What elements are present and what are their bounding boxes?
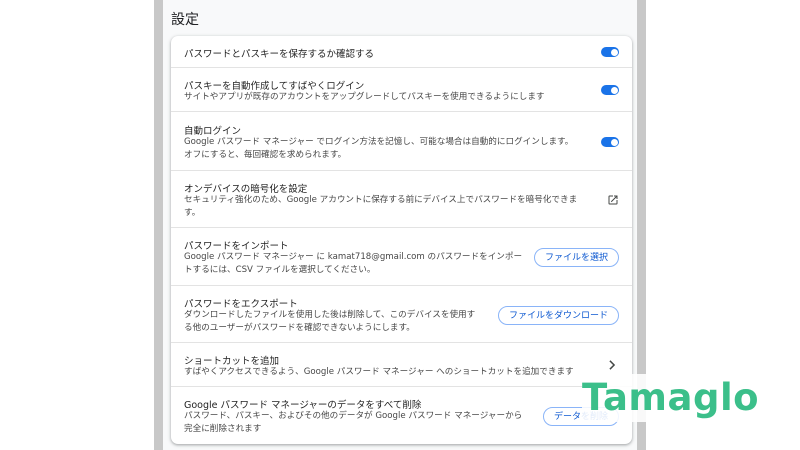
- setting-delete-all-data: Google パスワード マネージャーのデータをすべて削除 パスワード、パスキー…: [171, 386, 632, 444]
- setting-description: サイトやアプリが既存のアカウントをアップグレードしてパスキーを使用できるようにし…: [184, 92, 545, 102]
- auto-signin-toggle[interactable]: [601, 137, 619, 147]
- setting-title: オンデバイスの暗号化を設定: [184, 184, 308, 195]
- setting-description-line1: セキュリティ強化のため、Google アカウントに保存する前にデバイス上でパスワ…: [184, 195, 578, 205]
- setting-description-line2: す。: [184, 208, 201, 218]
- setting-passkey-upgrade[interactable]: パスキーを自動作成してすばやくログイン サイトやアプリが既存のアカウントをアップ…: [171, 67, 632, 112]
- setting-title: ショートカットを追加: [184, 356, 280, 367]
- setting-description: すばやくアクセスできるよう、Google パスワード マネージャー へのショート…: [184, 367, 574, 377]
- setting-import-passwords: パスワードをインポート Google パスワード マネージャー に kamat7…: [171, 227, 632, 286]
- setting-description-line2: る他のユーザーがパスワードを確認できないようにします。: [184, 323, 415, 333]
- setting-title: パスワードとパスキーを保存するか確認する: [184, 49, 375, 60]
- setting-on-device-encryption[interactable]: オンデバイスの暗号化を設定 セキュリティ強化のため、Google アカウントに保…: [171, 170, 632, 228]
- setting-description-line2: 完全に削除されます: [184, 424, 262, 434]
- setting-description-line1: パスワード、パスキー、およびその他のデータが Google パスワード マネージ…: [184, 411, 523, 421]
- setting-title: パスワードをインポート: [184, 241, 289, 252]
- setting-title: パスキーを自動作成してすばやくログイン: [184, 81, 365, 92]
- setting-description-line1: Google パスワード マネージャー でログイン方法を記憶し、可能な場合は自動…: [184, 137, 574, 147]
- setting-title: 自動ログイン: [184, 126, 242, 137]
- offer-to-save-toggle[interactable]: [601, 47, 619, 57]
- external-link-icon[interactable]: [607, 194, 619, 206]
- setting-auto-signin[interactable]: 自動ログイン Google パスワード マネージャー でログイン方法を記憶し、可…: [171, 111, 632, 171]
- setting-title: Google パスワード マネージャーのデータをすべて削除: [184, 400, 422, 411]
- tamaglo-watermark: Tamaglo: [582, 374, 768, 422]
- download-file-button[interactable]: ファイルをダウンロード: [497, 306, 619, 325]
- chevron-right-icon[interactable]: [608, 360, 616, 370]
- setting-description-line2: トするには、CSV ファイルを選択してください。: [184, 265, 376, 275]
- setting-export-passwords: パスワードをエクスポート ダウンロードしたファイルを使用した後は削除して、このデ…: [171, 285, 632, 343]
- setting-offer-to-save[interactable]: パスワードとパスキーを保存するか確認する: [171, 36, 632, 67]
- setting-description-line1: ダウンロードしたファイルを使用した後は削除して、このデバイスを使用す: [184, 310, 476, 320]
- scrollbar-gutter-left: [154, 0, 163, 450]
- passkey-upgrade-toggle[interactable]: [601, 85, 619, 95]
- setting-description-line1: Google パスワード マネージャー に kamat718@gmail.com…: [184, 252, 523, 262]
- section-title: 設定: [171, 12, 199, 28]
- setting-add-shortcut[interactable]: ショートカットを追加 すばやくアクセスできるよう、Google パスワード マネ…: [171, 342, 632, 387]
- settings-card: パスワードとパスキーを保存するか確認する パスキーを自動作成してすばやくログイン…: [171, 36, 632, 444]
- setting-title: パスワードをエクスポート: [184, 299, 298, 310]
- select-file-button[interactable]: ファイルを選択: [533, 248, 619, 267]
- setting-description-line2: オフにすると、毎回確認を求められます。: [184, 150, 347, 160]
